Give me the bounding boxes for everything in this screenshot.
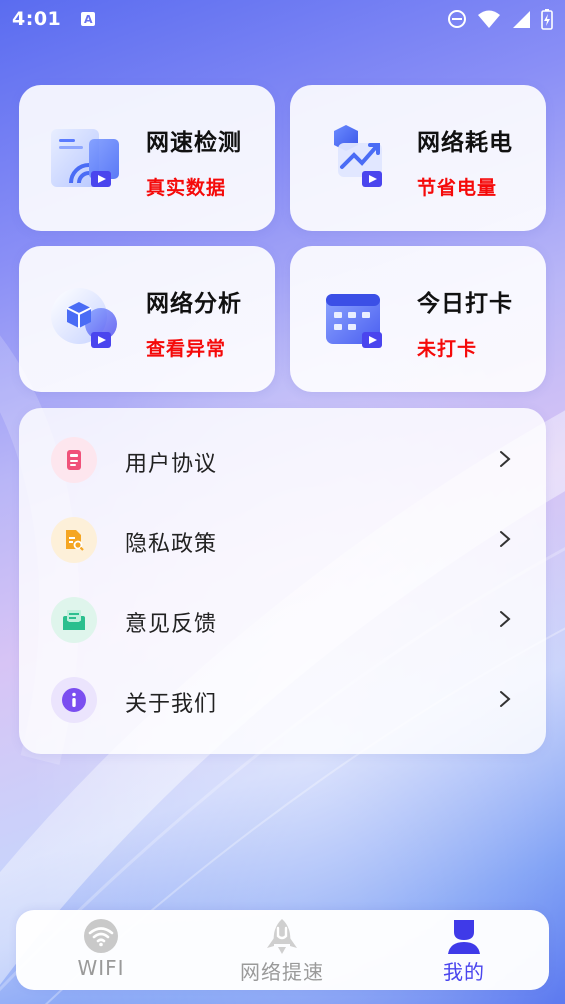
info-icon <box>51 677 97 723</box>
signal-icon <box>513 11 530 28</box>
calendar-checkin-icon <box>326 294 382 348</box>
card-subtitle: 节省电量 <box>417 177 498 199</box>
wifi-tab-icon <box>84 919 118 953</box>
file-search-icon <box>51 517 97 563</box>
menu-item-about-us[interactable]: 关于我们 <box>19 666 546 738</box>
chevron-right-icon <box>500 451 511 467</box>
menu-item-privacy-policy[interactable]: 隐私政策 <box>19 506 546 578</box>
card-subtitle: 查看异常 <box>146 338 227 360</box>
profile-icon <box>448 920 480 954</box>
power-usage-icon <box>334 125 382 187</box>
status-icons <box>447 8 553 30</box>
a-badge-icon: A <box>81 12 96 26</box>
tab-label: WIFI <box>77 956 125 980</box>
card-subtitle: 未打卡 <box>417 338 478 360</box>
menu-item-label: 用户协议 <box>125 452 218 477</box>
tab-wifi[interactable]: WIFI <box>16 910 186 990</box>
battery-charging-icon <box>541 9 553 30</box>
card-power-usage[interactable]: 网络耗电 节省电量 <box>290 85 546 231</box>
bottom-tab-bar: WIFI 网络提速 我的 <box>16 910 549 990</box>
card-title: 今日打卡 <box>417 291 513 317</box>
chevron-right-icon <box>500 611 511 627</box>
card-network-analysis[interactable]: 网络分析 查看异常 <box>19 246 275 392</box>
card-speed-test[interactable]: 网速检测 真实数据 <box>19 85 275 231</box>
feedback-mail-icon <box>51 597 97 643</box>
card-title: 网络分析 <box>146 291 242 317</box>
menu-item-user-agreement[interactable]: 用户协议 <box>19 426 546 498</box>
network-analysis-icon <box>51 288 117 348</box>
rocket-icon <box>267 919 297 954</box>
status-time: 4:01 <box>12 8 62 30</box>
card-subtitle: 真实数据 <box>146 177 227 199</box>
menu-item-label: 意见反馈 <box>125 612 218 637</box>
tab-label: 我的 <box>443 960 485 984</box>
chevron-right-icon <box>500 691 511 707</box>
document-icon <box>51 437 97 483</box>
card-title: 网速检测 <box>146 130 242 156</box>
card-title: 网络耗电 <box>417 130 513 156</box>
chevron-right-icon <box>500 531 511 547</box>
menu-item-label: 隐私政策 <box>125 532 218 557</box>
speed-test-icon <box>51 129 119 187</box>
menu-item-feedback[interactable]: 意见反馈 <box>19 586 546 658</box>
settings-menu: 用户协议 隐私政策 意见反馈 关于我们 <box>19 408 546 754</box>
menu-item-label: 关于我们 <box>125 692 218 717</box>
wifi-icon <box>478 10 500 28</box>
tab-label: 网络提速 <box>240 960 324 984</box>
tab-network-boost[interactable]: 网络提速 <box>197 910 367 990</box>
card-checkin[interactable]: 今日打卡 未打卡 <box>290 246 546 392</box>
status-bar: 4:01 A <box>0 0 565 38</box>
dnd-icon <box>448 10 466 28</box>
tab-profile[interactable]: 我的 <box>379 910 549 990</box>
